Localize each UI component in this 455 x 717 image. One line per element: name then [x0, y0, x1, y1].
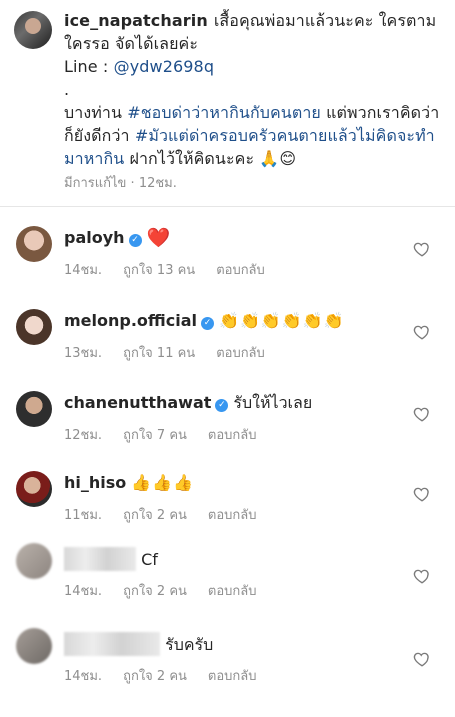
comment-meta: 14ชม. ถูกใจ 2 คน ตอบกลับ	[64, 665, 278, 686]
hashtag-link-continued[interactable]: มาหากิน	[64, 149, 124, 168]
heart-outline-icon[interactable]	[413, 650, 431, 668]
heart-outline-icon[interactable]	[413, 567, 431, 585]
comment-item: hi_hiso 👍👍👍 11ชม. ถูกใจ 2 คน ตอบกลับ	[0, 471, 455, 556]
comment-username[interactable]: chanenutthawat	[64, 393, 211, 412]
comment-username[interactable]: paloyh	[64, 228, 125, 247]
comment-text: ❤️	[146, 227, 171, 249]
heart-outline-icon[interactable]	[413, 323, 431, 341]
comment-username[interactable]: melonp.official	[64, 311, 197, 330]
comment-text: 👍👍👍	[131, 473, 195, 492]
caption-time: 12ชม.	[138, 176, 177, 191]
comment-meta: 12ชม. ถูกใจ 7 คน ตอบกลับ	[64, 424, 278, 445]
comment-text: 👏👏👏👏👏👏	[219, 311, 345, 330]
reply-button[interactable]: ตอบกลับ	[208, 428, 257, 443]
avatar[interactable]	[16, 309, 52, 345]
comment-meta: 11ชม. ถูกใจ 2 คน ตอบกลับ	[64, 504, 278, 525]
comment-item: chanenutthawat ✓ รับให้ไวเลย 12ชม. ถูกใจ 7 …	[0, 391, 455, 476]
avatar-redacted[interactable]	[16, 543, 52, 579]
reply-button[interactable]: ตอบกลับ	[216, 346, 265, 361]
comment-text: รับให้ไวเลย	[233, 393, 313, 412]
caption-avatar[interactable]	[14, 11, 52, 49]
comment-time: 14ชม.	[64, 584, 103, 599]
comment-meta: 14ชม. ถูกใจ 13 คน ตอบกลับ	[64, 259, 286, 280]
caption-line1: เสื้อคุณพ่อมาแล้วนะคะ ใครตาม	[213, 11, 437, 30]
comment-item: Cf 14ชม. ถูกใจ 2 คน ตอบกลับ	[0, 543, 455, 632]
hashtag-link[interactable]: #ชอบด่าว่าหากินกับคนตาย	[127, 103, 321, 122]
caption-text-part: แต่พวกเราคิดว่า	[320, 103, 440, 122]
likes-count[interactable]: ถูกใจ 11 คน	[123, 346, 195, 361]
likes-count[interactable]: ถูกใจ 2 คน	[123, 508, 187, 523]
caption-username[interactable]: ice_napatcharin	[64, 11, 208, 30]
heart-outline-icon[interactable]	[413, 485, 431, 503]
comment-meta: 14ชม. ถูกใจ 2 คน ตอบกลับ	[64, 580, 278, 601]
comment-username[interactable]: hi_hiso	[64, 473, 126, 492]
verified-badge-icon: ✓	[201, 317, 215, 330]
comment-text: รับครับ	[165, 635, 214, 654]
avatar[interactable]	[16, 226, 52, 262]
redacted-username	[64, 547, 136, 571]
redacted-username	[64, 632, 160, 656]
caption-text-part: บางท่าน	[64, 103, 128, 122]
line-id-link[interactable]: @ydw2698q	[114, 57, 215, 76]
caption-meta: มีการแก้ไข · 12ชม.	[64, 176, 177, 191]
comment-meta: 13ชม. ถูกใจ 11 คน ตอบกลับ	[64, 342, 286, 363]
verified-badge-icon: ✓	[215, 399, 229, 412]
heart-outline-icon[interactable]	[413, 405, 431, 423]
comment-item: paloyh ✓ ❤️ 14ชม. ถูกใจ 13 คน ตอบกลับ	[0, 226, 455, 311]
avatar[interactable]	[16, 471, 52, 507]
likes-count[interactable]: ถูกใจ 7 คน	[123, 428, 187, 443]
reply-button[interactable]: ตอบกลับ	[216, 263, 265, 278]
caption-text: ice_napatcharin เสื้อคุณพ่อมาแล้วนะคะ ใคร…	[64, 9, 444, 170]
caption-dot: .	[64, 80, 70, 99]
comment-text: Cf	[141, 550, 158, 569]
heart-outline-icon[interactable]	[413, 240, 431, 258]
comment-time: 12ชม.	[64, 428, 103, 443]
post-caption: ice_napatcharin เสื้อคุณพ่อมาแล้วนะคะ ใคร…	[0, 0, 455, 206]
likes-count[interactable]: ถูกใจ 2 คน	[123, 669, 187, 684]
caption-text-part: ฝากไว้ให้คิดนะคะ 🙏😊	[124, 149, 297, 168]
avatar-redacted[interactable]	[16, 628, 52, 664]
comment-time: 14ชม.	[64, 263, 103, 278]
avatar[interactable]	[16, 391, 52, 427]
reply-button[interactable]: ตอบกลับ	[208, 508, 257, 523]
reply-button[interactable]: ตอบกลับ	[208, 669, 257, 684]
edited-label: มีการแก้ไข	[64, 176, 127, 191]
caption-text-part: ก็ยังดีกว่า	[64, 126, 135, 145]
reply-button[interactable]: ตอบกลับ	[208, 584, 257, 599]
verified-badge-icon: ✓	[128, 234, 142, 247]
likes-count[interactable]: ถูกใจ 2 คน	[123, 584, 187, 599]
likes-count[interactable]: ถูกใจ 13 คน	[123, 263, 195, 278]
comment-time: 14ชม.	[64, 669, 103, 684]
comment-item: รับครับ 14ชม. ถูกใจ 2 คน ตอบกลับ	[0, 628, 455, 717]
comment-item: melonp.official ✓ 👏👏👏👏👏👏 13ชม. ถูกใจ 11 คน ต…	[0, 309, 455, 394]
caption-line2: ใครรอ จัดได้เลยค่ะ	[64, 34, 199, 53]
hashtag-link[interactable]: #มัวแต่ด่าครอบครัวคนตายแล้วไม่คิดจะทำ	[135, 126, 435, 145]
comment-time: 11ชม.	[64, 508, 103, 523]
divider	[0, 206, 455, 207]
caption-line-prefix: Line :	[64, 57, 114, 76]
comment-time: 13ชม.	[64, 346, 103, 361]
